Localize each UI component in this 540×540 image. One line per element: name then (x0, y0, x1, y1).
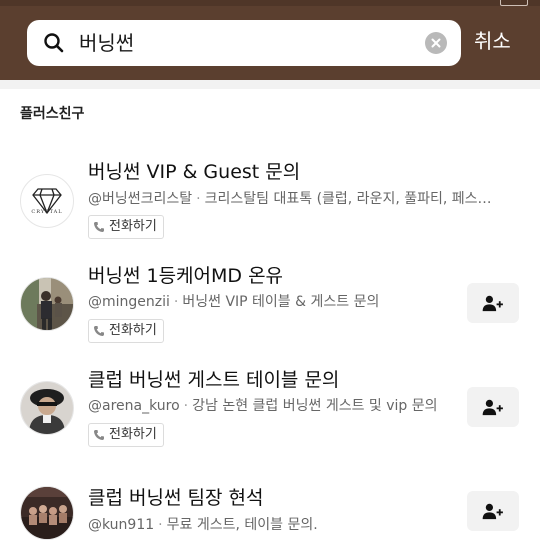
search-header: 버닝썬 취소 (0, 0, 540, 80)
item-handle: @kun911 (88, 517, 155, 533)
avatar (20, 277, 74, 331)
avatar (20, 486, 74, 540)
avatar: CRYSTAL (20, 174, 74, 228)
item-description: @arena_kuro · 강남 논현 클럽 버닝썬 게스트 및 vip 문의 (88, 396, 458, 416)
item-summary: 무료 게스트, 테이블 문의. (166, 517, 318, 533)
item-name: 클럽 버닝썬 게스트 테이블 문의 (88, 369, 340, 391)
item-description: @kun911 · 무료 게스트, 테이블 문의. (88, 515, 458, 535)
add-friend-button[interactable] (467, 283, 519, 323)
separator: · (173, 294, 179, 310)
item-name: 버닝썬 VIP & Guest 문의 (88, 161, 301, 183)
call-label: 전화하기 (109, 323, 157, 338)
separator: · (196, 191, 201, 207)
status-bar (0, 0, 540, 6)
divider (0, 80, 540, 89)
avatar (20, 381, 74, 435)
item-handle: @버닝썬크리스탈 (88, 191, 193, 207)
add-friend-button[interactable] (467, 491, 519, 531)
add-friend-button[interactable] (467, 387, 519, 427)
separator: · (158, 517, 163, 533)
search-input[interactable]: 버닝썬 (27, 20, 461, 66)
item-name: 클럽 버닝썬 팀장 현석 (88, 487, 264, 509)
separator: · (183, 398, 189, 414)
item-description: @버닝썬크리스탈 · 크리스탈팀 대표톡 (클럽, 라운지, 풀파티, 페스… (88, 189, 516, 209)
item-summary: 크리스탈팀 대표톡 (클럽, 라운지, 풀파티, 페스… (204, 191, 492, 207)
call-label: 전화하기 (109, 219, 157, 234)
battery-icon (500, 0, 528, 6)
item-name: 버닝썬 1등케어MD 온유 (88, 265, 284, 287)
call-button[interactable]: 전화하기 (88, 319, 164, 343)
list-item[interactable]: CRYSTAL 버닝썬 VIP & Guest 문의 @버닝썬크리스탈 · 크리스탈… (0, 150, 540, 250)
call-label: 전화하기 (109, 427, 157, 442)
add-friend-icon (482, 503, 503, 520)
add-friend-icon (482, 295, 503, 312)
avatar-logo-text: CRYSTAL (31, 209, 63, 215)
phone-icon (94, 222, 104, 232)
search-query[interactable]: 버닝썬 (79, 30, 134, 56)
add-friend-icon (482, 399, 503, 416)
profile-photo (21, 487, 73, 539)
profile-photo (21, 278, 73, 330)
phone-icon (94, 326, 104, 336)
cancel-button[interactable]: 취소 (474, 27, 511, 55)
search-icon (44, 33, 64, 53)
call-button[interactable]: 전화하기 (88, 215, 164, 239)
item-description: @mingenzii · 버닝썬 VIP 테이블 & 게스트 문의 (88, 292, 458, 312)
item-summary: 강남 논현 클럽 버닝썬 게스트 및 vip 문의 (192, 398, 438, 414)
section-title: 플러스친구 (20, 106, 85, 122)
list-item[interactable]: 버닝썬 1등케어MD 온유 @mingenzii · 버닝썬 VIP 테이블 & 게… (0, 254, 540, 354)
item-summary: 버닝썬 VIP 테이블 & 게스트 문의 (182, 294, 380, 310)
call-button[interactable]: 전화하기 (88, 423, 164, 447)
profile-photo (21, 382, 73, 434)
list-item[interactable]: 클럽 버닝썬 팀장 현석 @kun911 · 무료 게스트, 테이블 문의. (0, 476, 540, 540)
diamond-logo (32, 188, 62, 215)
phone-icon (94, 430, 104, 440)
item-handle: @arena_kuro (88, 398, 180, 414)
item-handle: @mingenzii (88, 294, 170, 310)
clear-icon[interactable] (425, 32, 447, 54)
list-item[interactable]: 클럽 버닝썬 게스트 테이블 문의 @arena_kuro · 강남 논현 클럽 버… (0, 358, 540, 458)
